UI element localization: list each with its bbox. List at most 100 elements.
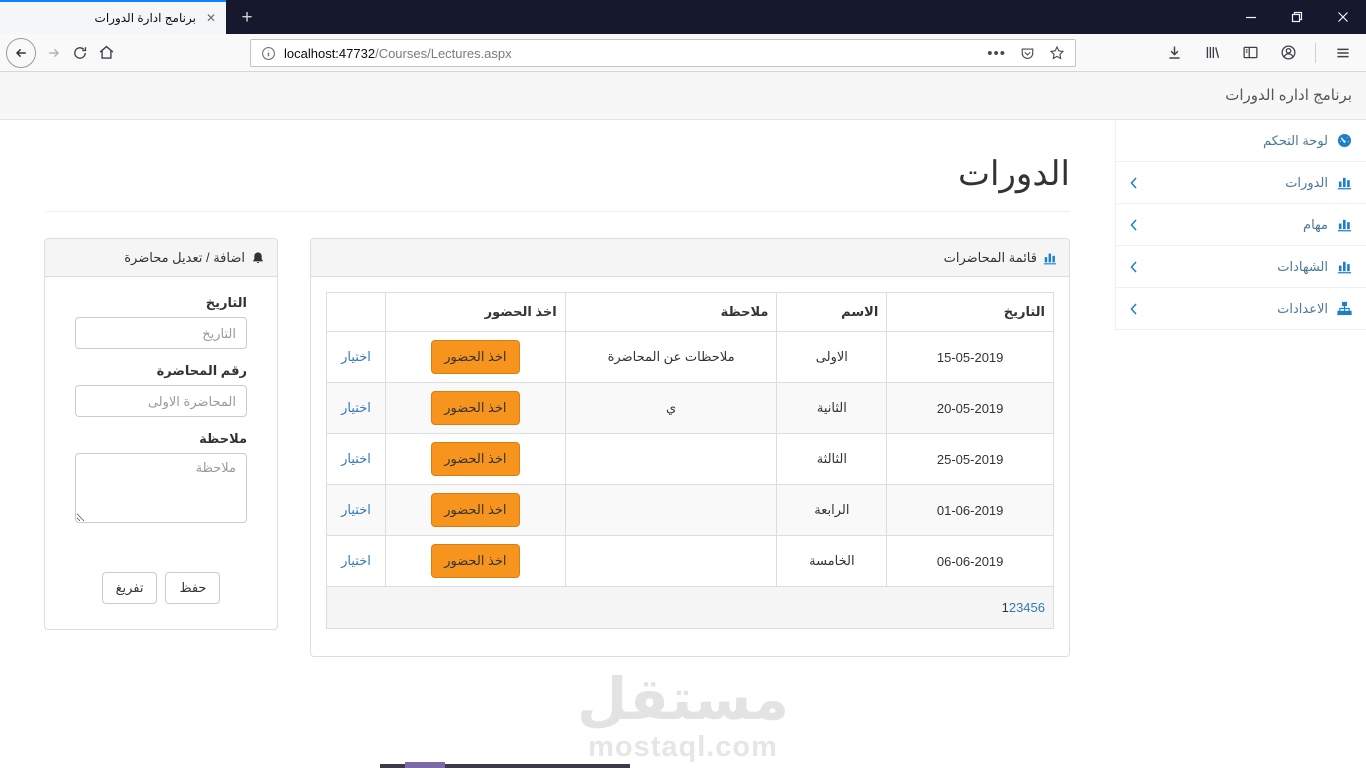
page-title: الدورات <box>958 154 1070 194</box>
chevron-left-icon <box>1130 260 1138 273</box>
cell-name: الخامسة <box>776 535 888 587</box>
cell-date: 06-06-2019 <box>886 535 1054 587</box>
browser-toolbar: localhost:47732/Courses/Lectures.aspx ••… <box>0 34 1366 72</box>
lecture-number-label: رقم المحاضرة <box>156 363 247 378</box>
cell-note: ي <box>564 382 778 434</box>
cell-note: ملاحظات عن المحاضرة <box>564 331 778 383</box>
table-row: 15-05-2019 الاولى ملاحظات عن المحاضرة اخ… <box>325 331 1054 383</box>
pager-link[interactable]: 2 <box>1009 600 1016 615</box>
take-attendance-button[interactable]: اخذ الحضور <box>431 544 520 578</box>
table-row: 01-06-2019 الرابعة اخذ الحضور اختيار <box>325 484 1054 536</box>
sidebar-item-label: لوحة التحكم <box>1262 132 1328 148</box>
browser-tab[interactable]: برنامج ادارة الدورات ✕ <box>0 0 226 34</box>
choose-link[interactable]: اختيار <box>341 400 371 415</box>
url-text: localhost:47732/Courses/Lectures.aspx <box>284 45 512 61</box>
col-header-attendance: اخذ الحضور <box>385 292 566 332</box>
chevron-left-icon <box>1130 302 1138 315</box>
form-panel-title: اضافة / تعديل محاضرة <box>124 249 245 265</box>
sidebar-item-tasks[interactable]: مهام <box>1116 204 1366 246</box>
choose-link[interactable]: اختيار <box>341 502 371 517</box>
cell-date: 20-05-2019 <box>886 382 1054 434</box>
cell-name: الاولى <box>776 331 888 383</box>
bar-chart-icon <box>1043 251 1057 265</box>
home-icon[interactable] <box>98 44 115 61</box>
window-controls <box>1228 0 1366 34</box>
cell-date: 15-05-2019 <box>886 331 1054 383</box>
bar-chart-icon <box>1336 217 1352 232</box>
sitemap-icon <box>1336 301 1352 316</box>
clear-button[interactable]: تفريغ <box>101 572 158 604</box>
account-icon[interactable] <box>1273 44 1303 61</box>
sidebar-item-certificates[interactable]: الشهادات <box>1116 246 1366 288</box>
restore-icon[interactable] <box>1274 0 1320 34</box>
sidebar-menu: لوحة التحكم الدورات مهام الشهادات الاعدا… <box>1115 120 1366 330</box>
bar-chart-icon <box>1336 259 1352 274</box>
sidebar-item-label: الشهادات <box>1277 258 1328 274</box>
date-label: التاريخ <box>205 295 247 310</box>
sidebar-item-label: الاعدادات <box>1277 300 1328 316</box>
minimize-icon[interactable] <box>1228 0 1274 34</box>
pager-current-page: 1 <box>1001 600 1009 615</box>
pager: 123456 <box>326 586 1054 629</box>
refresh-icon[interactable] <box>72 45 88 61</box>
cell-date: 01-06-2019 <box>886 484 1054 536</box>
col-header-date: التاريخ <box>886 292 1054 332</box>
page-actions-icon[interactable]: ••• <box>987 46 1006 61</box>
take-attendance-button[interactable]: اخذ الحضور <box>431 391 520 425</box>
list-panel-title: قائمة المحاضرات <box>943 249 1037 265</box>
choose-link[interactable]: اختيار <box>341 451 371 466</box>
take-attendance-button[interactable]: اخذ الحضور <box>431 493 520 527</box>
take-attendance-button[interactable]: اخذ الحضور <box>431 442 520 476</box>
new-tab-button[interactable]: + <box>232 3 262 33</box>
dashboard-icon <box>1336 133 1352 148</box>
form-panel-heading: اضافة / تعديل محاضرة <box>45 239 277 277</box>
library-icon[interactable] <box>1197 44 1227 61</box>
cell-name: الرابعة <box>776 484 888 536</box>
table-row: 20-05-2019 الثانية ي اخذ الحضور اختيار <box>325 382 1054 434</box>
bookmark-star-icon[interactable] <box>1049 45 1065 61</box>
col-header-select <box>325 292 387 332</box>
cell-name: الثالثة <box>776 433 888 485</box>
sidebar-item-courses[interactable]: الدورات <box>1116 162 1366 204</box>
pocket-icon[interactable] <box>1020 46 1035 61</box>
choose-link[interactable]: اختيار <box>341 553 371 568</box>
back-icon[interactable] <box>6 37 36 68</box>
pager-link[interactable]: 5 <box>1031 600 1038 615</box>
bottom-edge-accent <box>405 762 445 768</box>
pager-link[interactable]: 4 <box>1023 600 1030 615</box>
save-button[interactable]: حفظ <box>165 572 221 604</box>
cell-note <box>564 535 778 587</box>
app-brand: برنامج اداره الدورات <box>1225 87 1352 104</box>
sidebar-item-dashboard[interactable]: لوحة التحكم <box>1116 120 1366 162</box>
toolbar-separator <box>1315 42 1316 63</box>
table-row: 06-06-2019 الخامسة اخذ الحضور اختيار <box>325 535 1054 587</box>
note-field[interactable] <box>75 453 247 523</box>
col-header-note: ملاحظة <box>564 292 778 332</box>
sidebar-toggle-icon[interactable] <box>1235 44 1265 61</box>
pager-row: 123456 <box>326 586 1054 629</box>
url-bar[interactable]: localhost:47732/Courses/Lectures.aspx ••… <box>250 39 1076 67</box>
title-divider <box>45 211 1070 212</box>
take-attendance-button[interactable]: اخذ الحضور <box>431 340 520 374</box>
bell-icon <box>251 251 265 265</box>
close-icon[interactable] <box>1320 0 1366 34</box>
cell-note <box>564 433 778 485</box>
lectures-list-panel: قائمة المحاضرات التاريخ الاسم ملاحظة اخذ… <box>310 238 1070 657</box>
browser-titlebar: برنامج ادارة الدورات ✕ + <box>0 0 1366 34</box>
pager-link[interactable]: 6 <box>1038 600 1045 615</box>
table-row: 25-05-2019 الثالثة اخذ الحضور اختيار <box>325 433 1054 485</box>
note-label: ملاحظة <box>199 431 247 446</box>
download-icon[interactable] <box>1159 44 1189 61</box>
menu-icon[interactable] <box>1328 45 1358 61</box>
sidebar-item-label: مهام <box>1303 216 1328 232</box>
site-info-icon[interactable] <box>261 46 276 61</box>
forward-icon[interactable] <box>46 45 62 61</box>
sidebar-item-settings[interactable]: الاعدادات <box>1116 288 1366 330</box>
table-header-row: التاريخ الاسم ملاحظة اخذ الحضور <box>325 292 1054 332</box>
lecture-number-field[interactable] <box>75 385 247 417</box>
choose-link[interactable]: اختيار <box>341 349 371 364</box>
cell-date: 25-05-2019 <box>886 433 1054 485</box>
tab-close-icon[interactable]: ✕ <box>206 12 216 24</box>
page-body: برنامج اداره الدورات لوحة التحكم الدورات <box>0 72 1366 768</box>
date-field[interactable] <box>75 317 247 349</box>
